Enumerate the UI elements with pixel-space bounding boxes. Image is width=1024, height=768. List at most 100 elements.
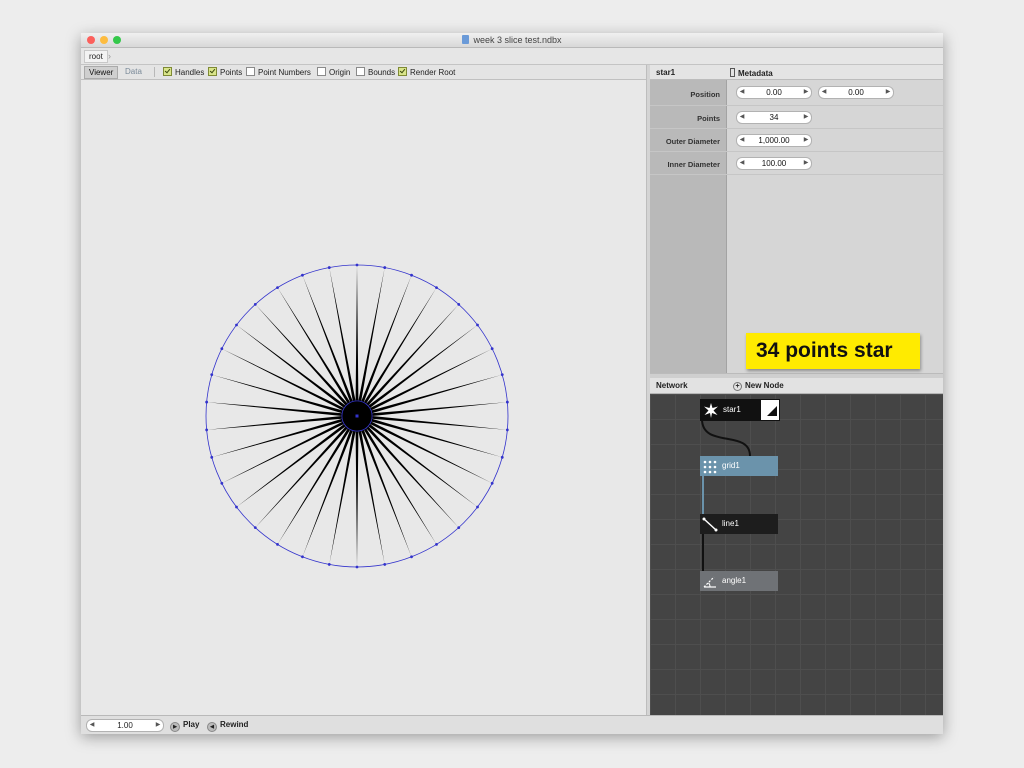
node-star1[interactable]: star1 [700, 399, 780, 421]
star-point [410, 273, 413, 277]
star-point [235, 323, 238, 327]
document-icon [462, 35, 470, 44]
increment-arrow-icon[interactable]: ▶ [801, 112, 811, 123]
increment-arrow-icon[interactable]: ▶ [883, 87, 893, 98]
star-point [355, 263, 359, 267]
properties-header: star1 Metadata [650, 65, 943, 80]
option-render-root[interactable]: Render Root [398, 67, 455, 77]
star-point [435, 542, 438, 546]
outer-diameter-label: Outer Diameter [665, 137, 720, 146]
star-point [490, 481, 494, 485]
node-angle1-label: angle1 [722, 576, 747, 585]
checkbox-unchecked-icon[interactable] [356, 67, 365, 76]
node-line1[interactable]: line1 [700, 514, 778, 534]
checkbox-unchecked-icon[interactable] [246, 67, 255, 76]
star-point [327, 266, 331, 269]
decrement-arrow-icon[interactable]: ◀ [737, 135, 747, 146]
center-handle[interactable] [355, 414, 359, 418]
frame-value[interactable]: 1.00 [97, 720, 153, 731]
star-point [500, 455, 504, 459]
star-point [457, 303, 461, 306]
network-title: Network [656, 381, 688, 390]
star-point [220, 347, 224, 351]
rewind-label: Rewind [220, 720, 249, 729]
breadcrumb-root[interactable]: root [84, 50, 108, 63]
increment-arrow-icon[interactable]: ▶ [801, 158, 811, 169]
connection-star-grid [701, 418, 751, 457]
points-field[interactable]: ◀ 34 ▶ [736, 111, 812, 124]
render-flag-icon[interactable] [767, 406, 777, 416]
star-point [276, 286, 279, 290]
increment-arrow-icon[interactable]: ▶ [153, 720, 163, 731]
metadata-label: Metadata [738, 69, 773, 78]
app-window: week 3 slice test.ndbx root › Viewer Dat… [81, 33, 943, 734]
decrement-arrow-icon[interactable]: ◀ [737, 158, 747, 169]
viewer-canvas[interactable] [81, 80, 647, 715]
star-point [253, 526, 257, 529]
node-grid1[interactable]: grid1 [700, 456, 778, 476]
star-point [505, 428, 509, 432]
inner-diameter-field[interactable]: ◀ 100.00 ▶ [736, 157, 812, 170]
node-grid1-label: grid1 [722, 461, 740, 470]
option-point-numbers[interactable]: Point Numbers [246, 67, 311, 77]
decrement-arrow-icon[interactable]: ◀ [737, 87, 747, 98]
option-origin[interactable]: Origin [317, 67, 350, 77]
checkbox-unchecked-icon[interactable] [317, 67, 326, 76]
star-point [383, 266, 387, 269]
property-row-position: Position ◀ 0.00 ▶ ◀ 0.00 ▶ [650, 80, 943, 106]
annotation-callout: 34 points star [746, 333, 920, 369]
star-point [276, 542, 279, 546]
property-row-outer-diameter: Outer Diameter ◀ 1,000.00 ▶ [650, 129, 943, 152]
checkbox-checked-icon[interactable] [208, 67, 217, 76]
title-bar: week 3 slice test.ndbx [81, 33, 943, 48]
decrement-arrow-icon[interactable]: ◀ [87, 720, 97, 731]
play-button[interactable]: ▶ Play [170, 720, 199, 732]
checkbox-checked-icon[interactable] [398, 67, 407, 76]
star-point [490, 347, 494, 351]
inner-diameter-value[interactable]: 100.00 [747, 158, 801, 169]
star-point [210, 373, 214, 377]
selected-node-name: star1 [656, 68, 676, 77]
property-row-points: Points ◀ 34 ▶ [650, 106, 943, 129]
position-y-field[interactable]: ◀ 0.00 ▶ [818, 86, 894, 99]
tab-viewer[interactable]: Viewer [84, 66, 119, 79]
star-point [500, 373, 504, 377]
node-star1-label: star1 [723, 405, 741, 414]
option-handles[interactable]: Handles [163, 67, 204, 77]
decrement-arrow-icon[interactable]: ◀ [819, 87, 829, 98]
option-points[interactable]: Points [208, 67, 242, 77]
rewind-button[interactable]: ◀ Rewind [207, 720, 248, 732]
outer-diameter-field[interactable]: ◀ 1,000.00 ▶ [736, 134, 812, 147]
play-label: Play [183, 720, 200, 729]
node-connections [701, 418, 751, 571]
frame-field[interactable]: ◀ 1.00 ▶ [86, 719, 164, 732]
network-graph[interactable]: star1 grid1 line1 angle1 [650, 394, 943, 715]
tab-data[interactable]: Data [121, 66, 146, 77]
points-label: Points [697, 114, 720, 123]
star-point [301, 273, 304, 277]
new-node-button[interactable]: + New Node [733, 381, 784, 391]
option-bounds[interactable]: Bounds [356, 67, 395, 77]
points-value[interactable]: 34 [747, 112, 801, 123]
option-origin-label: Origin [329, 68, 351, 77]
decrement-arrow-icon[interactable]: ◀ [737, 112, 747, 123]
increment-arrow-icon[interactable]: ▶ [801, 87, 811, 98]
increment-arrow-icon[interactable]: ▶ [801, 135, 811, 146]
option-render-root-label: Render Root [410, 68, 456, 77]
properties-panel: star1 Metadata Position ◀ 0.00 ▶ ◀ 0.00 … [650, 65, 943, 373]
checkbox-checked-icon[interactable] [163, 67, 172, 76]
rewind-icon: ◀ [207, 722, 217, 732]
star-point [476, 505, 479, 509]
line-node-icon [702, 517, 718, 532]
position-x-value[interactable]: 0.00 [747, 87, 801, 98]
metadata-button[interactable]: Metadata [730, 68, 773, 78]
position-x-field[interactable]: ◀ 0.00 ▶ [736, 86, 812, 99]
network-header: Network + New Node [650, 378, 943, 394]
node-angle1[interactable]: angle1 [700, 571, 778, 591]
position-y-value[interactable]: 0.00 [829, 87, 883, 98]
star-point [457, 526, 461, 529]
outer-diameter-value[interactable]: 1,000.00 [747, 135, 801, 146]
window-title: week 3 slice test.ndbx [81, 35, 943, 45]
star-shape[interactable] [81, 80, 646, 715]
star-point [435, 286, 438, 290]
